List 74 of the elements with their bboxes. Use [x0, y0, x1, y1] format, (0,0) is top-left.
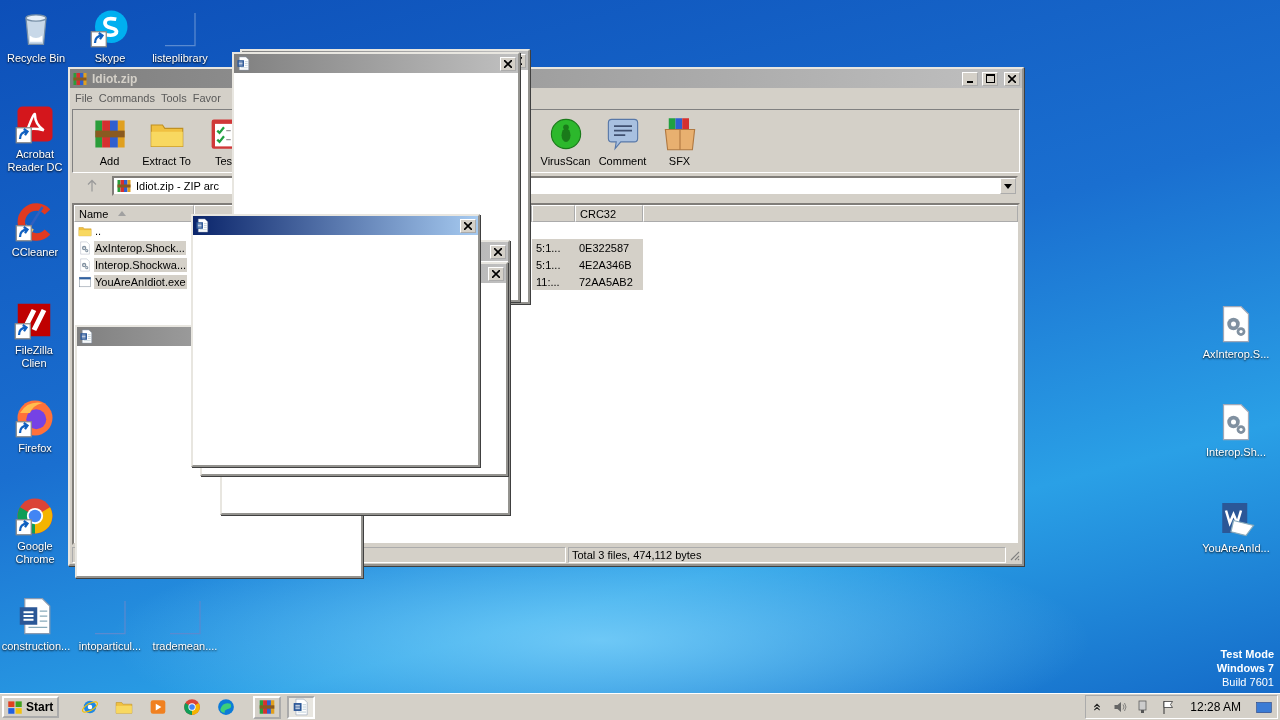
chat-bubble-icon[interactable]	[90, 8, 130, 48]
file-name[interactable]: Interop.Shockwa...	[94, 257, 188, 272]
archive-icon	[72, 70, 88, 87]
speaker-icon[interactable]	[1112, 699, 1129, 715]
desktop-icon-label[interactable]: Google Chrome	[3, 540, 67, 566]
desktop-icon-label[interactable]: Firefox	[18, 442, 52, 455]
windows-logo-icon	[6, 698, 24, 716]
close-button[interactable]	[500, 56, 516, 71]
menu-item[interactable]: Commands	[95, 91, 158, 104]
modified-time: 5:1...	[536, 241, 561, 254]
toolbar-button[interactable]: Extract To	[138, 115, 195, 167]
browser-icon[interactable]	[217, 698, 236, 716]
file-name[interactable]: AxInterop.Shock...	[94, 240, 186, 255]
media-player-icon[interactable]	[149, 698, 168, 716]
system-notice: Build 7601	[1222, 675, 1274, 689]
desktop-icon-label[interactable]: construction...	[1, 640, 71, 653]
crc-value: 0E322587	[579, 241, 630, 254]
crc-value: 72AA5AB2	[579, 275, 633, 288]
crc-value: 4E2A346B	[579, 258, 632, 271]
desktop-icon-label[interactable]: listeplibrary	[152, 52, 208, 65]
browser-icon[interactable]	[81, 698, 100, 716]
toolbar-button[interactable]: Comment	[594, 115, 651, 167]
close-icon[interactable]	[464, 221, 472, 230]
desktop-icon-label[interactable]: CCleaner	[11, 246, 59, 259]
dropdown-arrow-icon[interactable]	[1004, 183, 1012, 189]
program-icon	[78, 274, 92, 289]
status-text: Total 3 files, 474,112 bytes	[568, 546, 1006, 563]
menu-item[interactable]: Tools	[158, 91, 190, 104]
close-icon[interactable]	[492, 269, 500, 278]
close-icon[interactable]	[494, 247, 502, 256]
clock[interactable]: 12:28 AM	[1190, 700, 1241, 714]
taskbar-button[interactable]	[287, 695, 316, 719]
toolbar-button[interactable]: Add	[81, 115, 138, 167]
modified-time: 11:...	[536, 275, 560, 288]
system-notice: Windows 7	[1216, 661, 1274, 675]
toolbar-button[interactable]: VirusScan	[537, 115, 594, 167]
desktop-icon-label[interactable]: Skype	[94, 52, 126, 65]
document-icon	[292, 698, 311, 716]
minimize-button[interactable]	[962, 71, 978, 86]
column-header[interactable]: Name	[74, 205, 194, 222]
archive-icon	[258, 698, 277, 716]
desktop-icon-label[interactable]: FileZilla Clien	[1, 344, 67, 370]
pdf-icon[interactable]	[15, 104, 55, 144]
taskbar-button[interactable]	[253, 695, 282, 719]
browser-icon[interactable]	[15, 496, 55, 536]
dropdown-button[interactable]	[1000, 178, 1016, 194]
toolbar-button[interactable]: SFX	[651, 115, 708, 167]
browser-icon[interactable]	[15, 398, 55, 438]
desktop-icon-label[interactable]: Recycle Bin	[6, 52, 66, 65]
modified-time: 5:1...	[536, 258, 561, 271]
system-notice: Test Mode	[1220, 647, 1274, 661]
file-name[interactable]: ..	[94, 223, 103, 238]
close-button[interactable]	[1004, 71, 1020, 86]
settings-file-icon	[78, 257, 92, 272]
sort-arrow-icon	[118, 211, 127, 216]
document-icon	[79, 329, 94, 344]
close-button[interactable]	[460, 218, 476, 233]
settings-file-icon	[78, 240, 92, 255]
start-button[interactable]: Start	[2, 696, 60, 718]
close-icon[interactable]	[504, 59, 512, 68]
window-title: Idiot.zip	[92, 71, 138, 86]
close-icon[interactable]	[1008, 74, 1016, 83]
desktop-icon-label[interactable]: Acrobat Reader DC	[3, 148, 67, 174]
desktop-icon-label[interactable]: YouAreAnId...	[1202, 542, 1270, 555]
close-button[interactable]	[490, 244, 506, 259]
menu-item[interactable]: Favor	[189, 91, 224, 104]
file-name[interactable]: YouAreAnIdiot.exe	[94, 274, 187, 289]
archive-icon	[116, 178, 132, 194]
document-icon	[236, 56, 251, 71]
browser-icon[interactable]	[183, 698, 202, 716]
close-button[interactable]	[488, 266, 504, 281]
menu-item[interactable]: File	[72, 91, 96, 104]
document-icon	[195, 218, 210, 233]
column-header[interactable]: CRC32	[575, 205, 643, 222]
